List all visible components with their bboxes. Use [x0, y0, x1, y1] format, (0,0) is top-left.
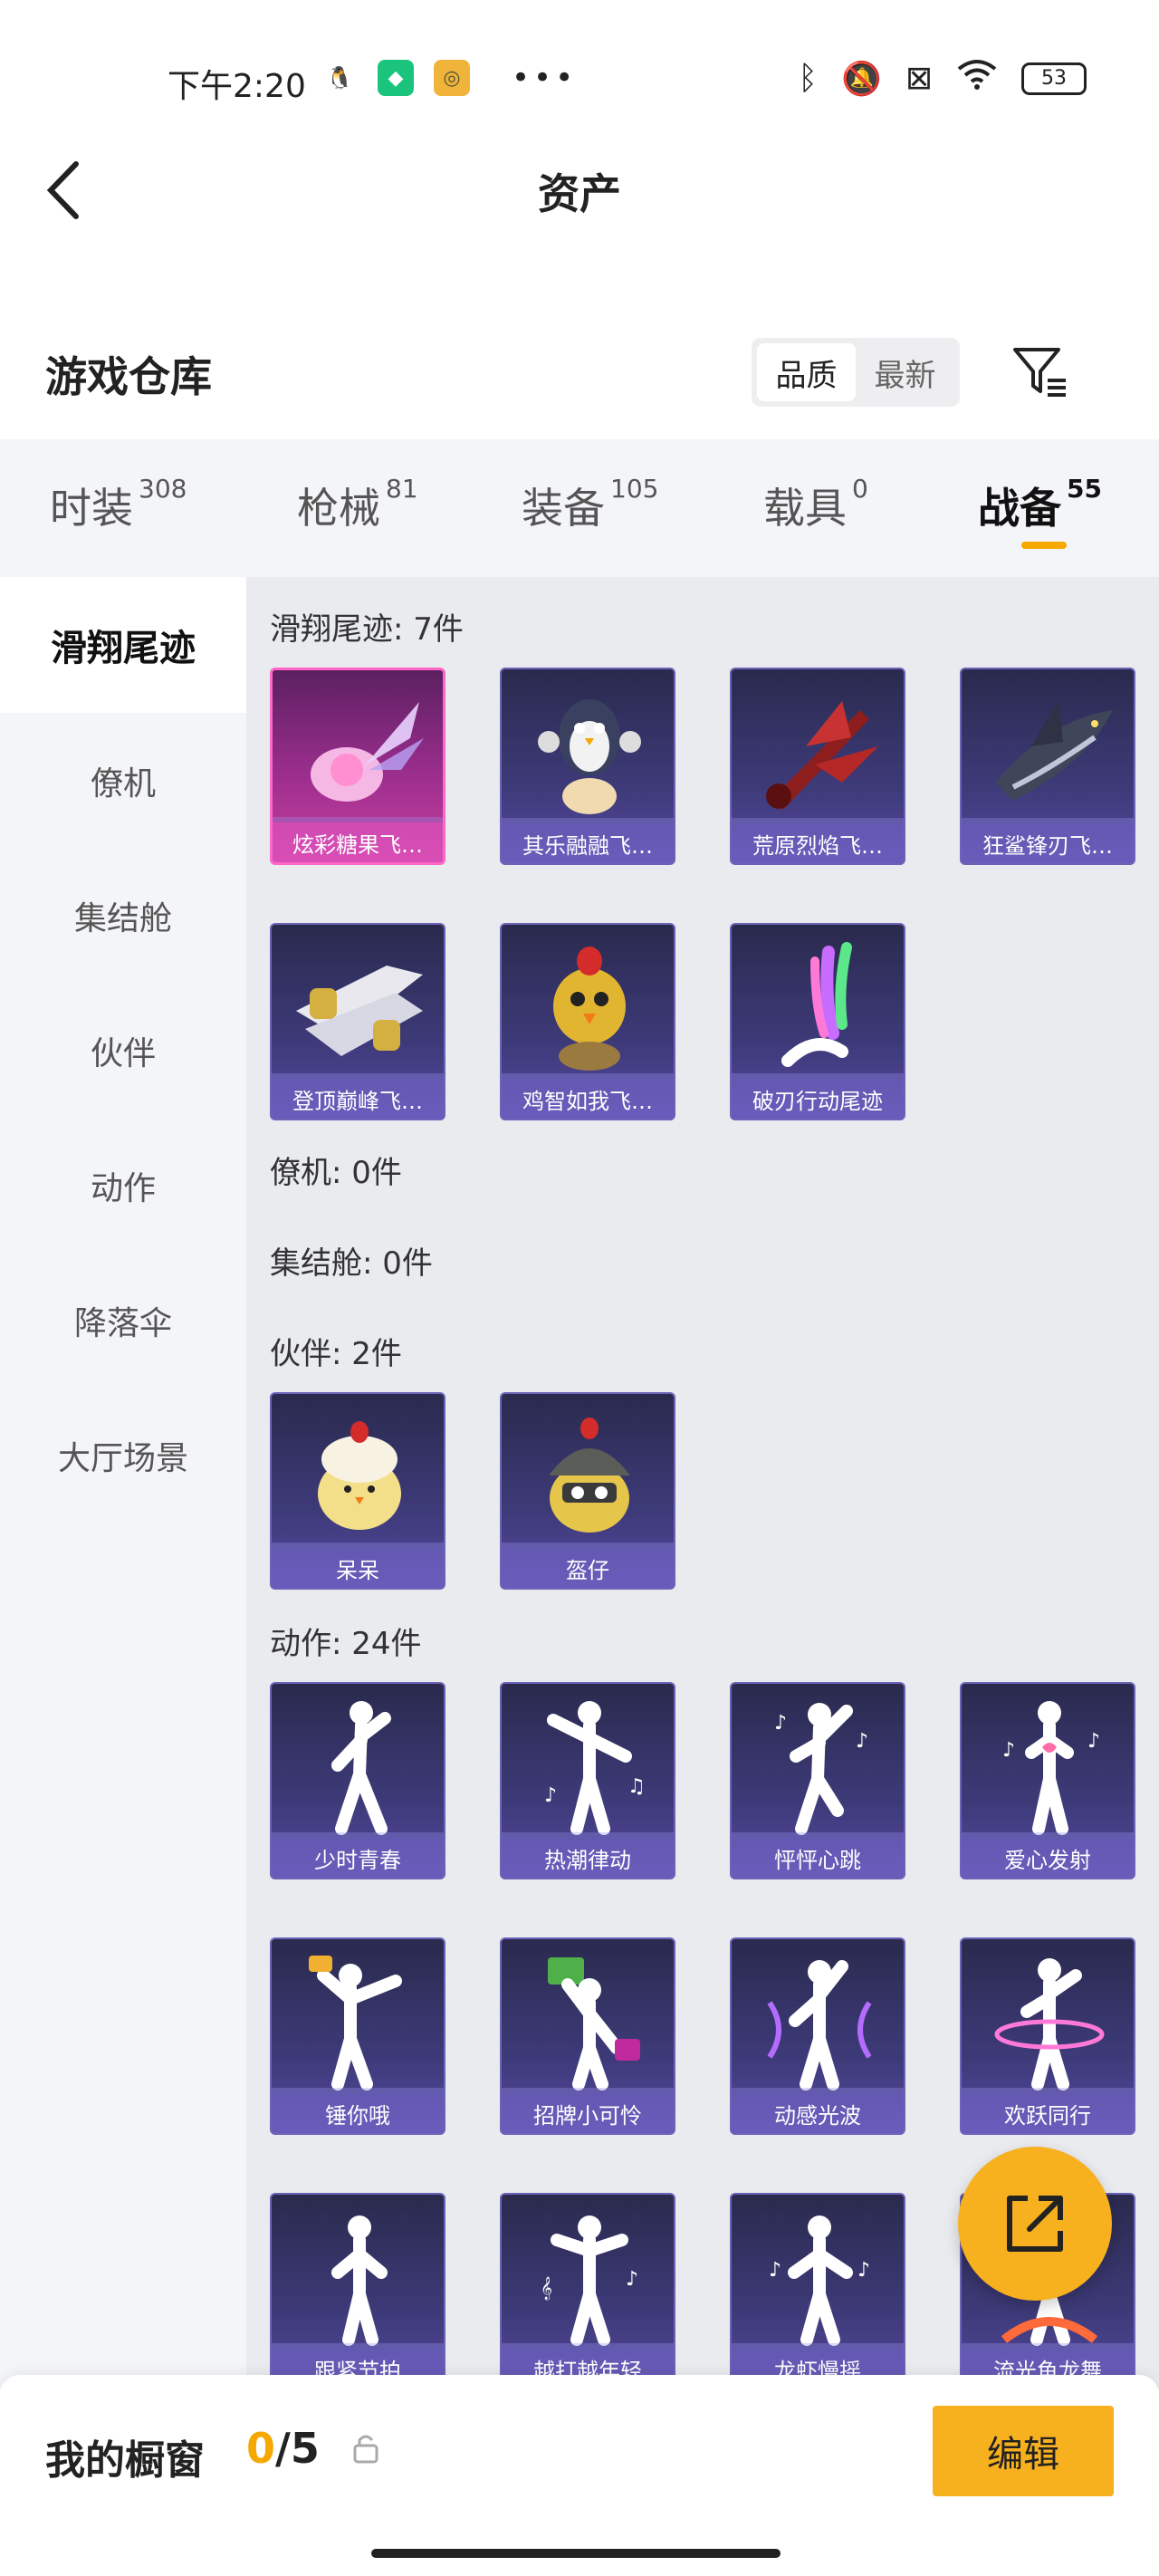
sidebar-item-lobby-scene[interactable]: 大厅场景 — [0, 1388, 246, 1523]
svg-text:♪: ♪ — [626, 2268, 638, 2291]
item-card[interactable]: 盔仔 — [500, 1392, 675, 1590]
shield-app-icon: ◆ — [378, 60, 414, 96]
item-card[interactable]: 锤你哦 — [270, 1937, 445, 2135]
emote-figure-image: ♪ ♪ — [732, 1684, 904, 1847]
item-card[interactable]: 荒原烈焰飞… — [730, 668, 905, 865]
qq-icon: 🐧 — [326, 65, 353, 91]
item-card[interactable]: 狂鲨锋刃飞… — [960, 668, 1135, 865]
sidebar: 滑翔尾迹 僚机 集结舱 伙伴 动作 降落伞 大厅场景 — [0, 577, 246, 2389]
emote-figure-image: 𝄞 ♪ — [502, 2195, 674, 2358]
svg-text:♪: ♪ — [774, 1712, 787, 1735]
category-tabs: 时装 308 枪械 81 装备 105 载具 0 战备 55 — [0, 439, 1159, 577]
flame-glider-image — [732, 669, 904, 832]
share-icon — [1007, 2196, 1063, 2252]
item-card[interactable]: 跟紧节拍 — [270, 2193, 445, 2390]
blade-trail-image — [732, 925, 904, 1088]
filter-icon — [1013, 348, 1066, 397]
section-title: 游戏仓库 — [45, 352, 212, 401]
showcase-label: 我的橱窗 — [45, 2437, 205, 2484]
battery-icon: 53 — [1021, 62, 1087, 95]
share-button[interactable] — [958, 2147, 1112, 2301]
emote-figure-image: ♪ ♪ — [962, 1684, 1134, 1847]
tab-vehicles[interactable]: 载具 0 — [763, 474, 868, 535]
item-card[interactable]: 呆呆 — [270, 1392, 445, 1590]
lock-icon — [351, 2431, 380, 2467]
home-indicator[interactable] — [371, 2549, 781, 2558]
candy-glider-image — [273, 670, 443, 833]
group-heading-emote: 动作: 24件 — [270, 1626, 422, 1662]
item-card[interactable]: 登顶巅峰飞… — [270, 923, 445, 1120]
svg-text:♪: ♪ — [857, 2259, 870, 2282]
svg-text:𝄞: 𝄞 — [541, 2276, 552, 2300]
page-title: 资产 — [538, 169, 621, 218]
sort-quality-button[interactable]: 品质 — [757, 343, 856, 401]
item-card[interactable]: 招牌小可怜 — [500, 1937, 675, 2135]
item-card[interactable]: 动感光波 — [730, 1937, 905, 2135]
emote-figure-image — [732, 1939, 904, 2102]
svg-text:♪: ♪ — [1002, 1739, 1015, 1762]
emote-figure-image: ♪ ♪ — [732, 2195, 904, 2358]
camera-app-icon: ◎ — [434, 60, 470, 96]
svg-text:♫: ♫ — [627, 1775, 646, 1798]
active-tab-indicator — [1021, 542, 1067, 549]
sort-newest-button[interactable]: 最新 — [856, 343, 954, 401]
item-card[interactable]: 欢跃同行 — [960, 1937, 1135, 2135]
showcase-bar: 我的橱窗 0/5 编辑 — [0, 2375, 1159, 2576]
shark-glider-image — [962, 669, 1134, 832]
showcase-count: 0/5 — [246, 2424, 320, 2473]
status-bar: 下午2:20 🐧 ◆ ◎ ••• ᛒ 🔕 ⊠ 53 — [0, 0, 1159, 159]
summit-glider-image — [272, 925, 444, 1088]
mute-icon: 🔕 — [841, 60, 882, 98]
item-card[interactable]: 少时青春 — [270, 1682, 445, 1879]
svg-text:♪: ♪ — [1087, 1730, 1100, 1753]
bluetooth-icon: ᛒ — [798, 60, 818, 97]
item-card[interactable]: 𝄞 ♪ 越打越年轻 — [500, 2193, 675, 2390]
status-time: 下午2:20 — [168, 68, 306, 105]
emote-figure-image — [502, 1939, 674, 2102]
svg-text:♪: ♪ — [769, 2259, 781, 2282]
sim-icon: ⊠ — [905, 60, 933, 97]
svg-text:♪: ♪ — [856, 1730, 868, 1753]
tab-fashion[interactable]: 时装 308 — [50, 474, 187, 535]
helmet-chick-partner-image — [502, 1394, 674, 1557]
filter-button[interactable] — [1010, 342, 1069, 402]
sort-toggle: 品质 最新 — [752, 338, 960, 407]
item-card[interactable]: 破刃行动尾迹 — [730, 923, 905, 1120]
sidebar-item-emote[interactable]: 动作 — [0, 1118, 246, 1254]
more-dots-icon: ••• — [512, 60, 578, 96]
emote-figure-image — [272, 2195, 444, 2358]
svg-text:♪: ♪ — [544, 1784, 557, 1807]
tab-combat-gear[interactable]: 战备 55 — [978, 474, 1102, 535]
penguin-glider-image — [502, 669, 674, 832]
item-card[interactable]: ♪ ♪ 龙虾慢摇 — [730, 2193, 905, 2390]
emote-figure-image — [272, 1939, 444, 2102]
group-heading-pod: 集结舱: 0件 — [270, 1245, 433, 1282]
group-heading-partner: 伙伴: 2件 — [270, 1336, 402, 1372]
sidebar-item-wingman[interactable]: 僚机 — [0, 713, 246, 849]
sidebar-item-parachute[interactable]: 降落伞 — [0, 1253, 246, 1389]
item-card[interactable]: ♪ ♫ 热潮律动 — [500, 1682, 675, 1879]
sidebar-item-assembly-pod[interactable]: 集结舱 — [0, 848, 246, 984]
wifi-icon — [956, 58, 998, 99]
item-card[interactable]: 其乐融融飞… — [500, 668, 675, 865]
emote-figure-image: ♪ ♫ — [502, 1684, 674, 1847]
item-card[interactable]: ♪ ♪ 怦怦心跳 — [730, 1682, 905, 1879]
emote-figure-image — [272, 1684, 444, 1847]
emote-figure-image — [962, 1939, 1134, 2102]
item-card[interactable]: ♪ ♪ 爱心发射 — [960, 1682, 1135, 1879]
chick-partner-image — [272, 1394, 444, 1557]
item-list: 滑翔尾迹: 7件 炫彩糖果飞… 其乐融融飞… 荒原烈焰飞… 狂鲨锋刃飞… 登顶巅… — [246, 577, 1159, 2390]
group-heading-wingman: 僚机: 0件 — [270, 1155, 402, 1191]
item-card[interactable]: 鸡智如我飞… — [500, 923, 675, 1120]
sidebar-item-partner[interactable]: 伙伴 — [0, 983, 246, 1119]
tab-firearms[interactable]: 枪械 81 — [297, 474, 418, 535]
edit-button[interactable]: 编辑 — [933, 2406, 1114, 2496]
tab-equipment[interactable]: 装备 105 — [522, 474, 658, 535]
group-heading-glide: 滑翔尾迹: 7件 — [270, 611, 464, 648]
sidebar-item-glide-trail[interactable]: 滑翔尾迹 — [0, 577, 246, 713]
chicken-glider-image — [502, 925, 674, 1088]
item-card[interactable]: 炫彩糖果飞… — [270, 668, 445, 865]
